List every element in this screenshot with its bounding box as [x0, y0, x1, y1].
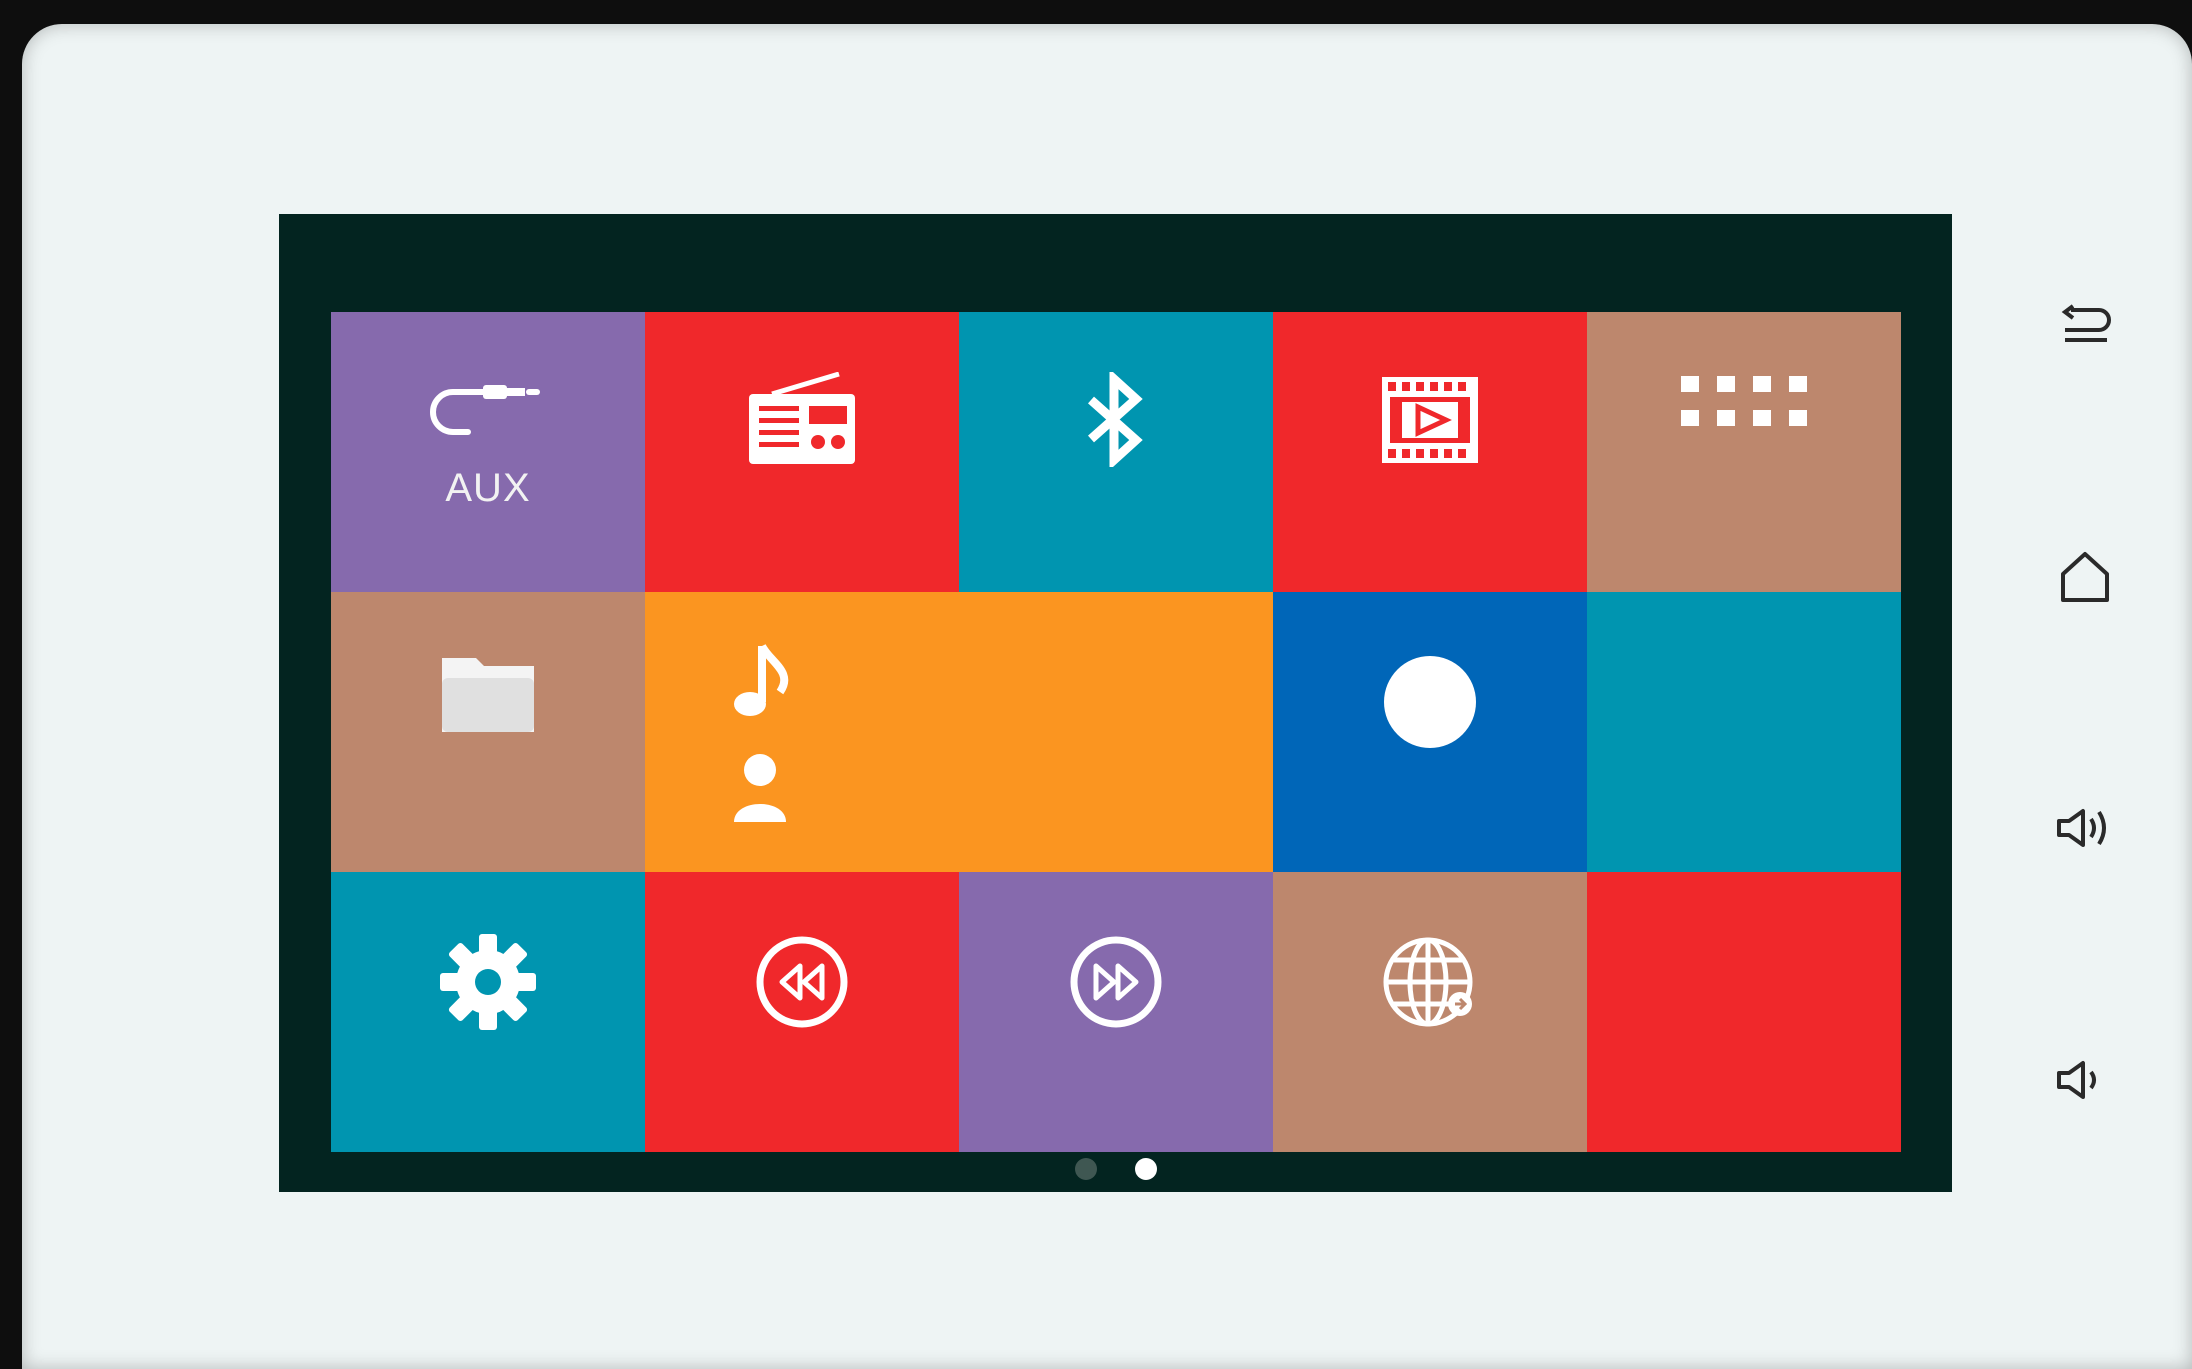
tile-browser[interactable] [1273, 872, 1587, 1152]
aux-label: AUX [445, 466, 531, 510]
gear-icon [440, 934, 536, 1030]
aux-cable-icon [430, 385, 540, 435]
radio-icon [749, 372, 855, 464]
volume-up-icon [2057, 809, 2106, 847]
volume-up-button[interactable] [2050, 793, 2120, 863]
tile-rewind[interactable] [645, 872, 959, 1152]
page-indicator [279, 1158, 1952, 1180]
back-icon [2061, 304, 2111, 342]
tile-music[interactable] [645, 592, 1273, 872]
tile-aux[interactable]: AUX [331, 312, 645, 592]
apps-grid-icon [1681, 376, 1807, 426]
video-icon [1382, 377, 1478, 463]
circle-icon [1384, 656, 1476, 748]
folder-icon [442, 658, 534, 732]
tile-bluetooth[interactable] [959, 312, 1273, 592]
tile-radio[interactable] [645, 312, 959, 592]
tile-settings[interactable] [331, 872, 645, 1152]
page-dot-2[interactable] [1134, 1158, 1157, 1180]
tile-apps[interactable] [1587, 312, 1901, 592]
tile-files[interactable] [331, 592, 645, 872]
home-button[interactable] [2050, 541, 2120, 611]
home-icon [2061, 552, 2109, 602]
tile-fast-forward[interactable] [959, 872, 1273, 1152]
back-button[interactable] [2050, 290, 2120, 360]
tile-grid: AUX [331, 312, 1901, 1152]
tile-record[interactable] [1273, 592, 1587, 872]
tile-video[interactable] [1273, 312, 1587, 592]
fast-forward-icon [1070, 936, 1162, 1028]
rewind-icon [756, 936, 848, 1028]
music-note-icon [734, 643, 789, 716]
globe-icon [1383, 937, 1473, 1027]
volume-down-icon [2057, 1061, 2096, 1099]
volume-down-button[interactable] [2050, 1045, 2120, 1115]
person-icon [734, 754, 786, 822]
tile-blank-teal[interactable] [1587, 592, 1901, 872]
screen: AUX [279, 214, 1952, 1192]
page-dot-1[interactable] [1074, 1158, 1097, 1180]
tile-blank-red[interactable] [1587, 872, 1901, 1152]
bluetooth-icon [1088, 372, 1143, 467]
